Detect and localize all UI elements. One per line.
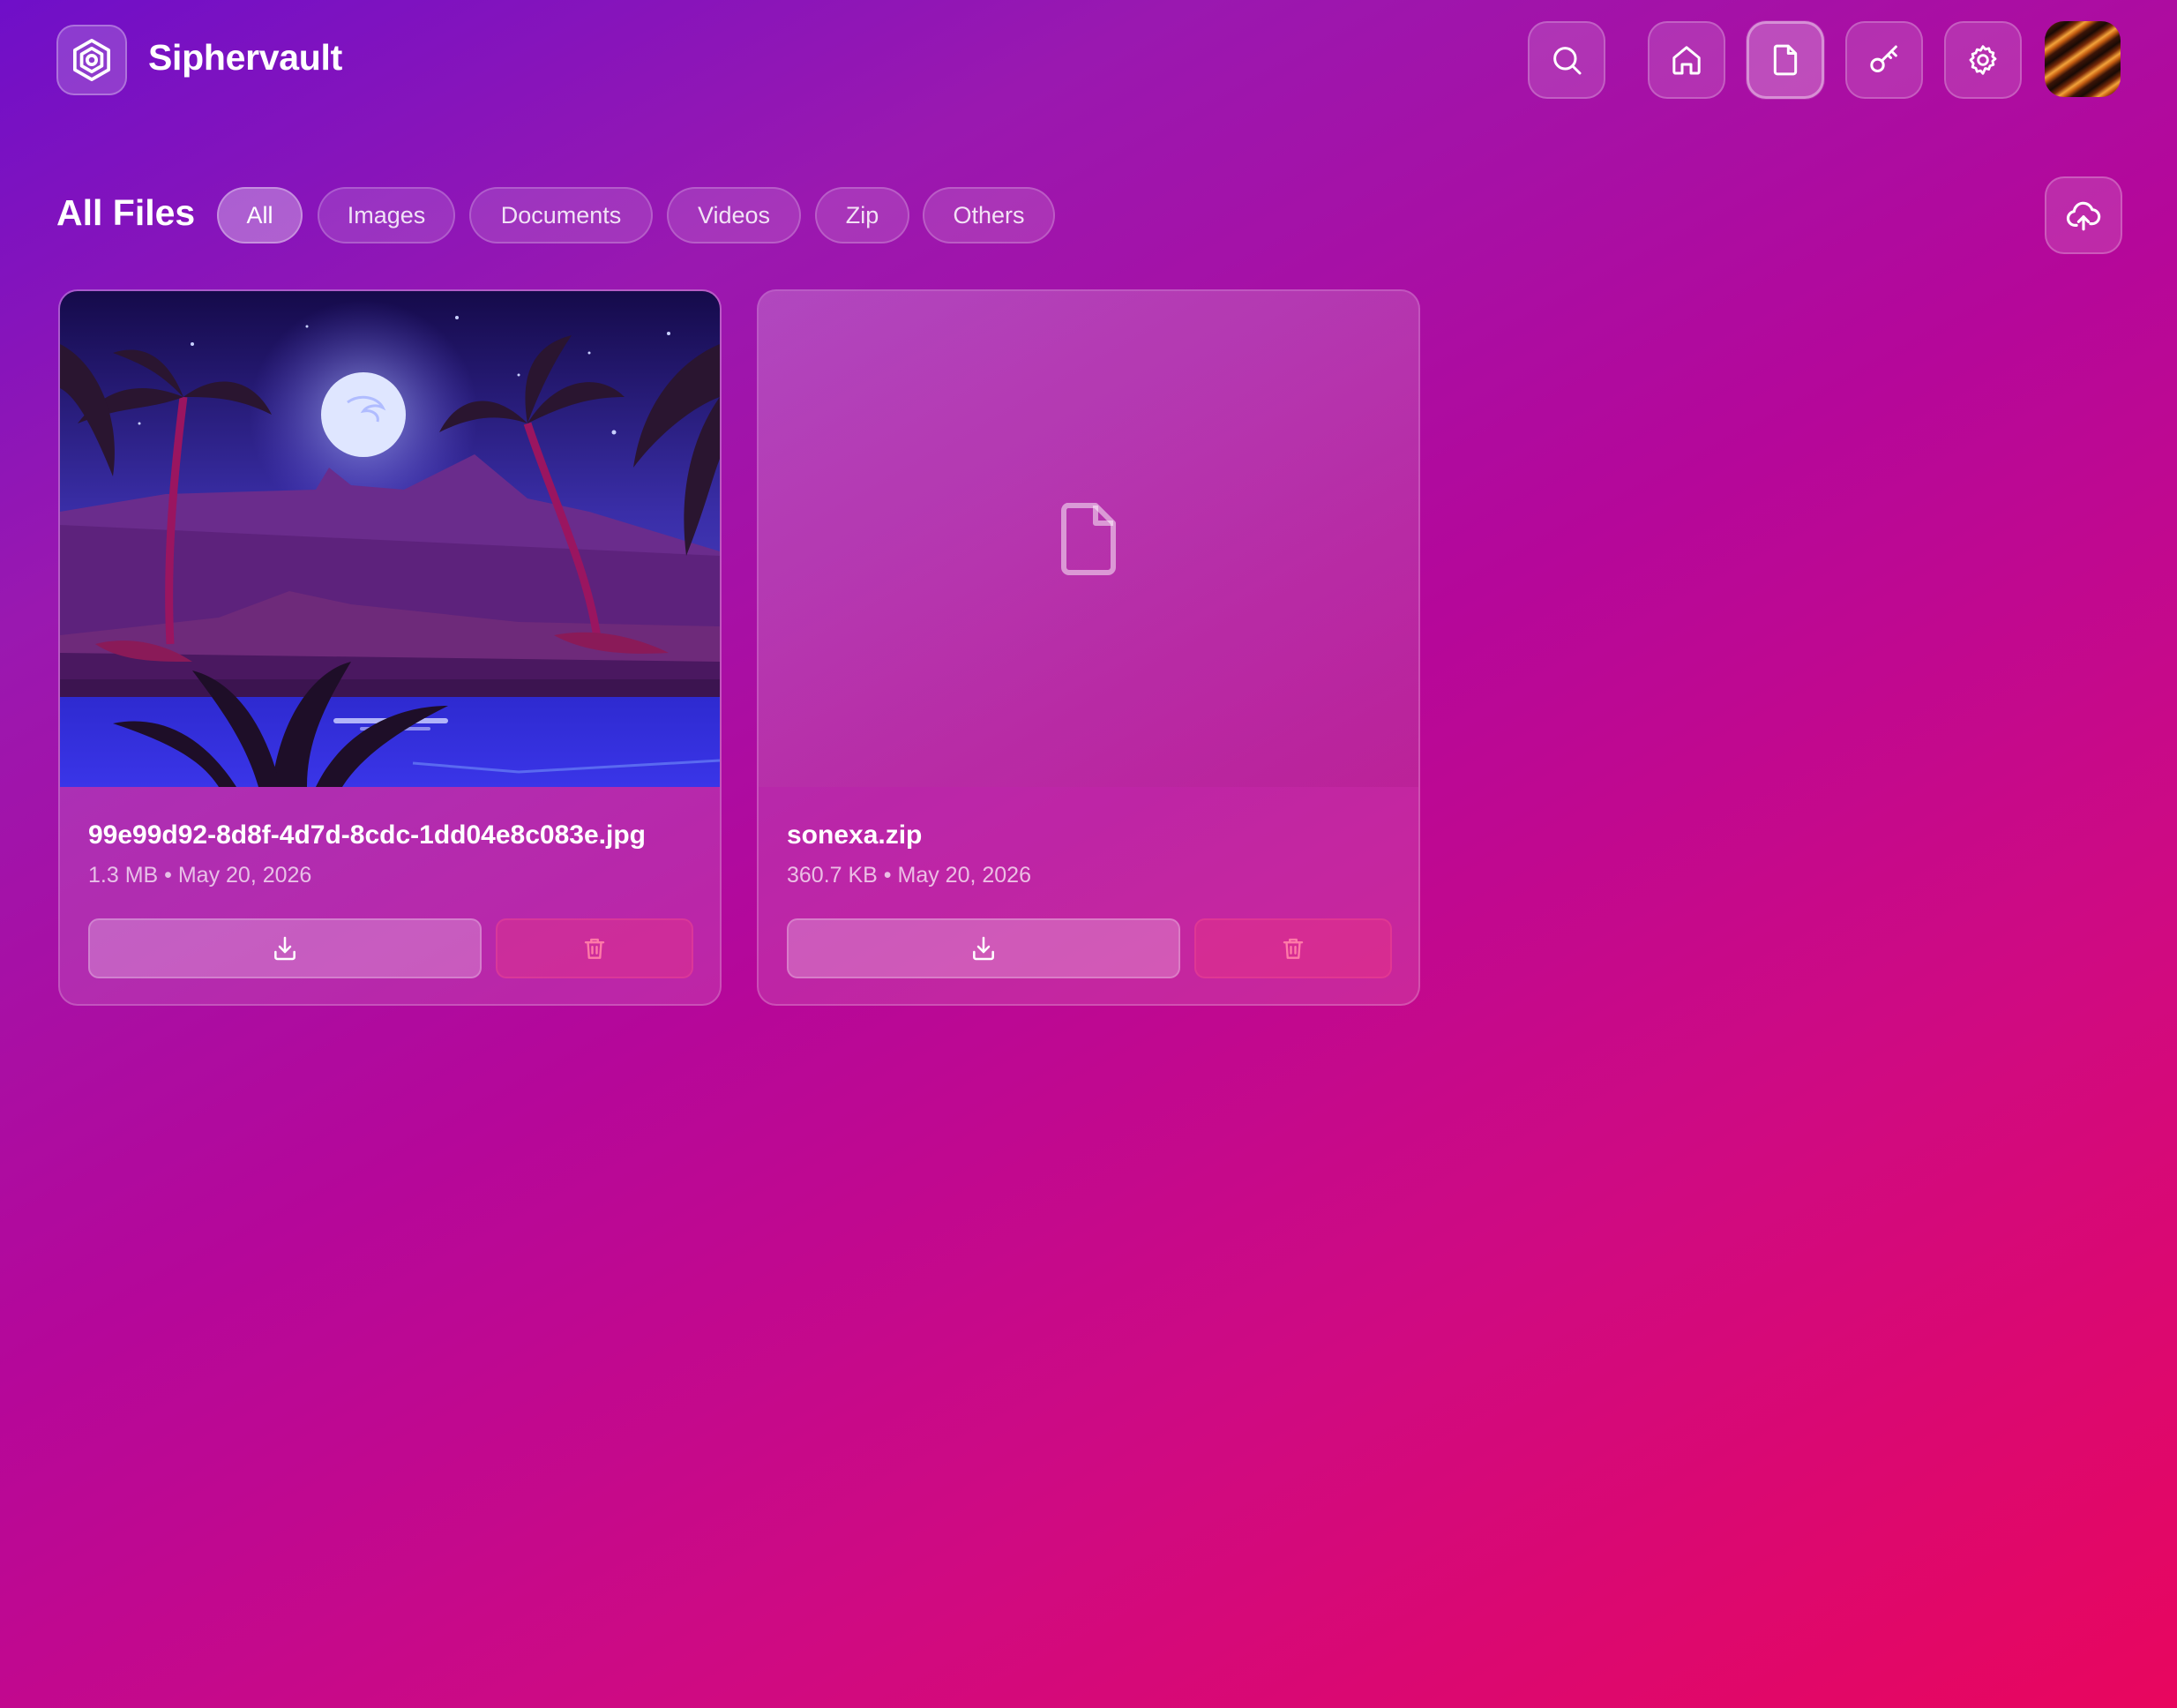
download-icon [973,936,994,961]
filter-chip-others[interactable]: Others [923,187,1055,243]
nav-settings-button[interactable] [1944,21,2022,99]
image-thumbnail[interactable] [60,291,720,787]
trash-icon [1283,938,1304,959]
file-meta: 1.3 MB • May 20, 2026 [88,863,312,888]
page-title: All Files [56,192,196,233]
trash-icon [584,938,605,959]
filter-chip-documents[interactable]: Documents [469,187,653,243]
avatar[interactable] [2045,21,2121,97]
download-button[interactable] [787,918,1180,978]
delete-button[interactable] [496,918,693,978]
nav-keys-button[interactable] [1845,21,1923,99]
filter-chip-videos[interactable]: Videos [667,187,801,243]
gear-icon [1969,45,1997,75]
download-button[interactable] [88,918,482,978]
nav-home-button[interactable] [1648,21,1725,99]
upload-button[interactable] [2045,176,2122,254]
file-icon [1773,44,1798,76]
top-bar: Siphervault [0,0,2177,120]
file-meta: 360.7 KB • May 20, 2026 [787,863,1031,888]
filter-chip-all[interactable]: All [217,187,303,243]
file-card[interactable]: 99e99d92-8d8f-4d7d-8cdc-1dd04e8c083e.jpg… [58,289,722,1006]
file-card[interactable]: sonexa.zip 360.7 KB • May 20, 2026 [757,289,1420,1006]
file-thumbnail[interactable] [759,291,1418,787]
key-icon [1870,45,1897,73]
filter-chip-images[interactable]: Images [318,187,455,243]
nav-files-button[interactable] [1747,21,1824,99]
filter-chip-zip[interactable]: Zip [815,187,909,243]
app-title: Siphervault [148,37,342,78]
search-button[interactable] [1528,21,1605,99]
home-icon [1672,46,1701,75]
cloud-upload-icon [2066,201,2101,231]
download-icon [274,936,296,961]
file-icon [1061,503,1116,575]
delete-button[interactable] [1194,918,1392,978]
file-name: 99e99d92-8d8f-4d7d-8cdc-1dd04e8c083e.jpg [88,820,646,850]
hexagon-logo-icon [73,38,110,82]
logo[interactable] [56,25,127,95]
file-name: sonexa.zip [787,820,923,850]
search-icon [1553,47,1582,75]
night-beach-image [60,291,720,787]
